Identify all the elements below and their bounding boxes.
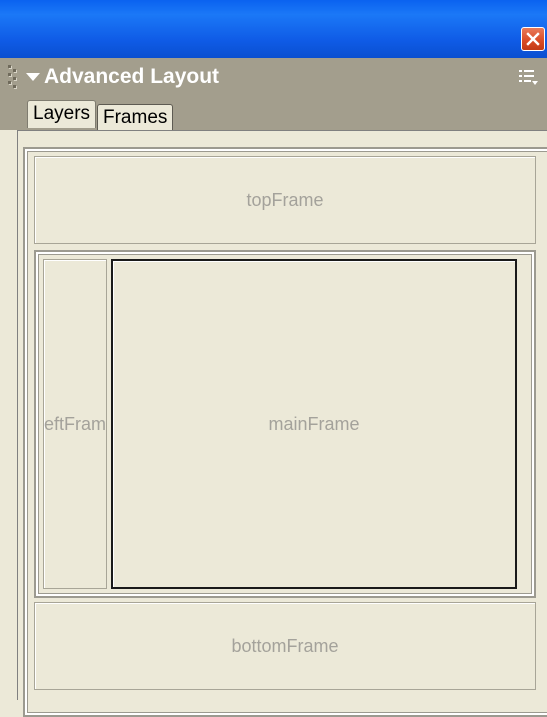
tab-layers[interactable]: Layers (27, 100, 97, 128)
top-frame[interactable]: topFrame (34, 156, 536, 244)
collapse-arrow-icon[interactable] (26, 73, 40, 81)
main-frame[interactable]: mainFrame (111, 259, 517, 589)
frameset-middle[interactable]: eftFram mainFrame (34, 250, 536, 598)
options-menu-icon[interactable] (518, 68, 540, 88)
grip-icon[interactable] (8, 63, 18, 93)
bottom-frame[interactable]: bottomFrame (34, 602, 536, 690)
tab-frames[interactable]: Frames (97, 104, 174, 130)
frameset-outer[interactable]: topFrame eftFram mainFrame bottomFrame (23, 147, 547, 717)
left-frame[interactable]: eftFram (43, 259, 107, 589)
tab-strip: Layers Frames (0, 98, 547, 130)
window-titlebar (0, 0, 547, 58)
frames-panel-content: topFrame eftFram mainFrame bottomFrame (17, 130, 547, 717)
panel-header[interactable]: Advanced Layout (0, 58, 547, 98)
close-icon[interactable] (521, 27, 545, 51)
panel-title[interactable]: Advanced Layout (44, 62, 219, 92)
